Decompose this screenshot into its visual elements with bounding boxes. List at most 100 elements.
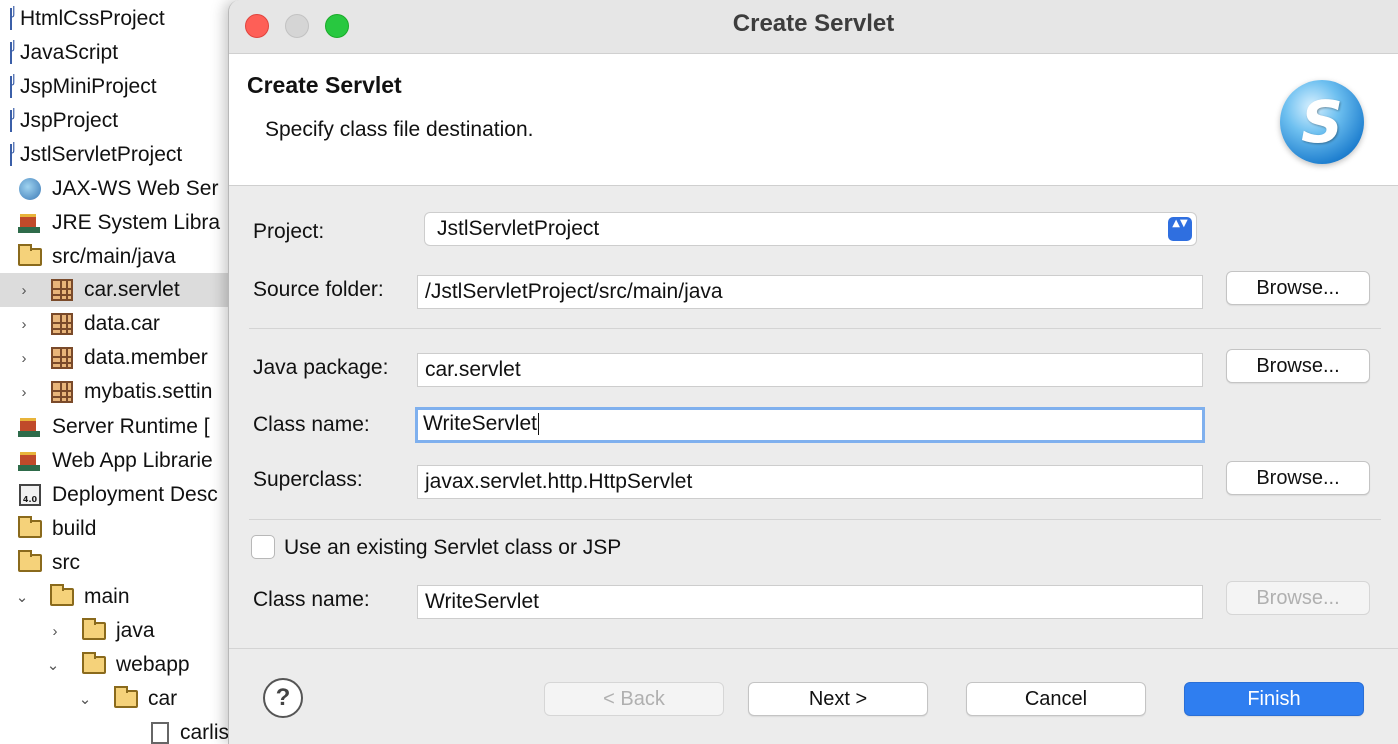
tree-item[interactable]: JstlServletProject [0, 138, 240, 172]
class-name-label: Class name: [253, 413, 370, 436]
chevron-down-icon[interactable]: ⌄ [43, 656, 63, 674]
tree-item-label: data.member [84, 346, 208, 369]
browse-package-button[interactable]: Browse... [1226, 349, 1370, 383]
source-folder-label: Source folder: [253, 278, 384, 301]
java-package-input[interactable]: car.servlet [417, 353, 1203, 387]
java-package-label: Java package: [253, 356, 389, 379]
next-button[interactable]: Next > [748, 682, 928, 716]
tree-item[interactable]: Web App Librarie [0, 444, 240, 478]
library-icon [17, 448, 43, 474]
tree-item-label: HtmlCssProject [20, 7, 165, 30]
finish-button[interactable]: Finish [1184, 682, 1364, 716]
create-servlet-dialog: Create Servlet Create Servlet Specify cl… [228, 0, 1398, 744]
tree-item-label: JavaScript [20, 41, 119, 64]
tree-item-label: java [116, 619, 155, 642]
tree-item[interactable]: JavaScript [0, 36, 240, 70]
title-bar: Create Servlet [229, 0, 1398, 54]
superclass-input[interactable]: javax.servlet.http.HttpServlet [417, 465, 1203, 499]
existing-class-name-input[interactable]: WriteServlet [417, 585, 1203, 619]
tree-item[interactable]: carlis [0, 716, 240, 744]
project-label: Project: [253, 220, 325, 243]
source-folder-input[interactable]: /JstlServletProject/src/main/java [417, 275, 1203, 309]
browse-source-folder-button[interactable]: Browse... [1226, 271, 1370, 305]
tree-item[interactable]: src [0, 546, 240, 580]
class-name-value: WriteServlet [423, 412, 537, 435]
tree-item[interactable]: › mybatis.settin [0, 375, 240, 409]
jsp-file-icon [147, 720, 173, 744]
web-service-icon [17, 176, 43, 202]
package-icon [49, 311, 75, 337]
tree-item[interactable]: JspMiniProject [0, 70, 240, 104]
cancel-button[interactable]: Cancel [966, 682, 1146, 716]
tree-item-label: JspProject [20, 109, 119, 132]
tree-item-label: Server Runtime [ [52, 415, 210, 438]
help-icon[interactable]: ? [263, 678, 303, 718]
tree-item[interactable]: ⌄ car [0, 682, 240, 716]
select-arrows-icon: ▲▼ [1168, 217, 1192, 241]
tree-item[interactable]: ⌄ main [0, 580, 240, 614]
chevron-right-icon[interactable]: › [14, 350, 34, 367]
tree-item-label: Web App Librarie [52, 449, 213, 472]
folder-icon [81, 618, 107, 644]
superclass-label: Superclass: [253, 468, 363, 491]
chevron-down-icon[interactable]: ⌄ [12, 588, 32, 606]
use-existing-checkbox[interactable] [251, 535, 275, 559]
tree-item-label: src/main/java [52, 245, 176, 268]
separator [249, 328, 1381, 329]
folder-icon [81, 652, 107, 678]
tree-item[interactable]: 4.0 Deployment Desc [0, 478, 240, 512]
tree-item-label: JstlServletProject [20, 143, 183, 166]
tree-item[interactable]: › java [0, 614, 240, 648]
deployment-descriptor-icon: 4.0 [17, 482, 43, 508]
folder-icon [17, 550, 43, 576]
separator [249, 519, 1381, 520]
tree-item[interactable]: src/main/java [0, 240, 240, 274]
wizard-header: Create Servlet Specify class file destin… [229, 54, 1398, 186]
tree-item[interactable]: HtmlCssProject [0, 2, 240, 36]
tree-item[interactable]: ⌄ webapp [0, 648, 240, 682]
tree-item-label: build [52, 517, 97, 540]
tree-item-label: webapp [116, 653, 190, 676]
use-existing-label: Use an existing Servlet class or JSP [284, 536, 622, 559]
chevron-right-icon[interactable]: › [14, 316, 34, 333]
tree-item[interactable]: › car.servlet [0, 273, 240, 307]
tree-item[interactable]: JAX-WS Web Ser [0, 172, 240, 206]
tree-item-label: src [52, 551, 80, 574]
tree-item-label: data.car [84, 312, 160, 335]
library-icon [17, 210, 43, 236]
folder-icon [49, 584, 75, 610]
project-explorer-tree: HtmlCssProject JavaScript JspMiniProject Js… [0, 0, 240, 744]
wizard-description: Specify class file destination. [265, 118, 534, 141]
chevron-right-icon[interactable]: › [14, 384, 34, 401]
tree-item[interactable]: › data.member [0, 341, 240, 375]
chevron-down-icon[interactable]: ⌄ [75, 690, 95, 708]
package-icon [49, 345, 75, 371]
tree-item[interactable]: › data.car [0, 307, 240, 341]
browse-superclass-button[interactable]: Browse... [1226, 461, 1370, 495]
tree-item-label: Deployment Desc [52, 483, 218, 506]
chevron-right-icon[interactable]: › [45, 623, 65, 640]
servlet-wizard-logo-icon: S [1280, 80, 1364, 164]
tree-item[interactable]: build [0, 512, 240, 546]
tree-item[interactable]: JspProject [0, 104, 240, 138]
back-button[interactable]: < Back [544, 682, 724, 716]
tree-item-label: JspMiniProject [20, 75, 157, 98]
tree-item-label: JAX-WS Web Ser [52, 177, 219, 200]
folder-icon [113, 686, 139, 712]
logo-letter: S [1301, 88, 1343, 156]
package-icon [49, 277, 75, 303]
tree-item-label: mybatis.settin [84, 380, 213, 403]
project-select-value: JstlServletProject [437, 217, 600, 240]
chevron-right-icon[interactable]: › [14, 282, 34, 299]
browse-existing-button[interactable]: Browse... [1226, 581, 1370, 615]
class-name-input[interactable]: WriteServlet [415, 407, 1205, 443]
wizard-title: Create Servlet [247, 72, 402, 98]
tree-item[interactable]: JRE System Libra [0, 206, 240, 240]
window-title: Create Servlet [732, 10, 895, 37]
existing-class-name-label: Class name: [253, 588, 370, 611]
tree-item[interactable]: Server Runtime [ [0, 410, 240, 444]
project-select[interactable]: JstlServletProject ▲▼ [424, 212, 1197, 246]
tree-item-label: car [148, 687, 178, 710]
button-bar-separator [229, 648, 1398, 649]
tree-item-label: car.servlet [84, 278, 180, 301]
